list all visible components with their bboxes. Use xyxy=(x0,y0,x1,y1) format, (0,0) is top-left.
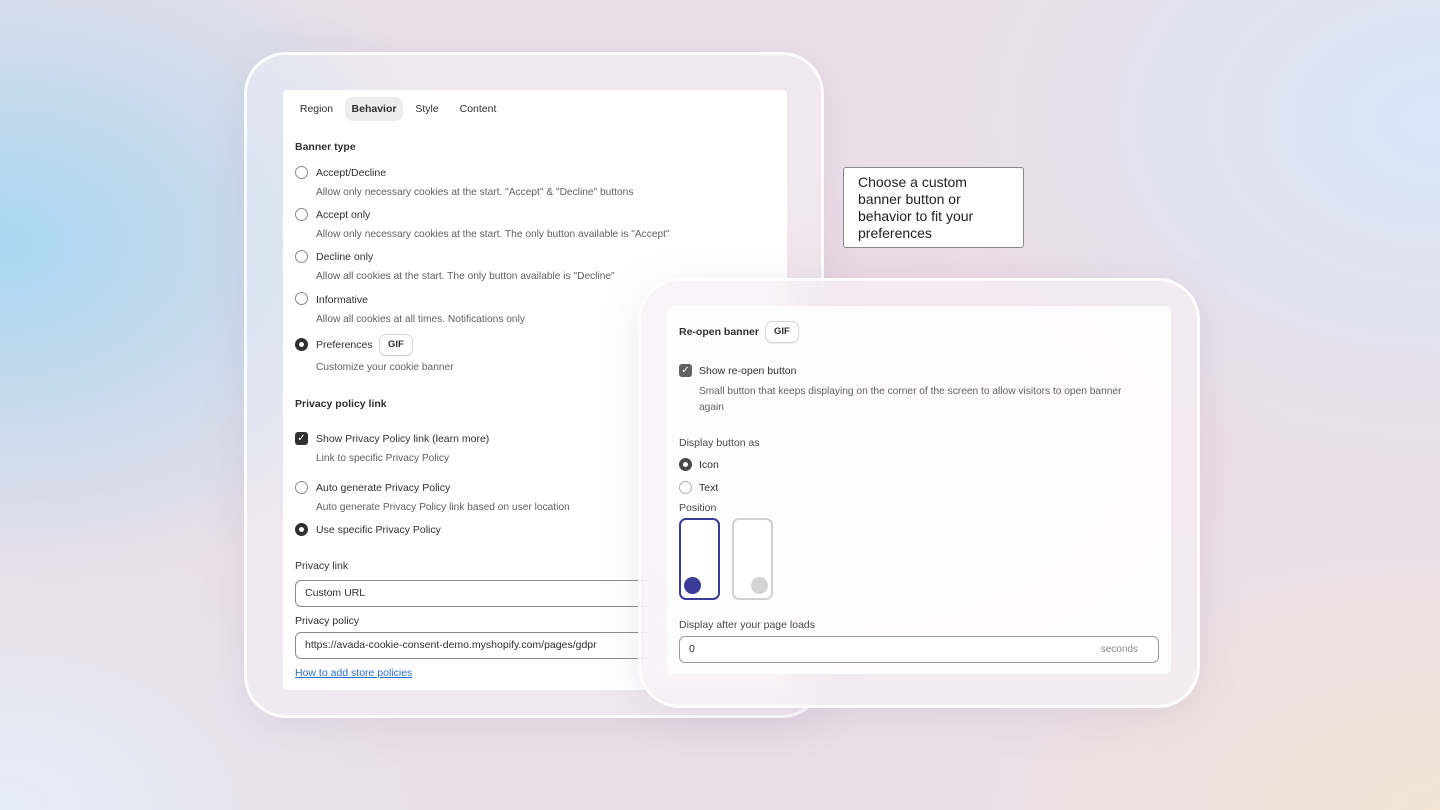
option-label-preferences: Preferences xyxy=(316,339,373,351)
reopen-gif-badge[interactable]: GIF xyxy=(765,321,799,343)
use-specific-label: Use specific Privacy Policy xyxy=(316,524,441,536)
tab-content[interactable]: Content xyxy=(452,97,504,121)
privacy-link-select[interactable]: Custom URL xyxy=(295,580,655,607)
option-desc-accept-decline: Allow only necessary cookies at the star… xyxy=(316,187,634,198)
option-desc-decline-only: Allow all cookies at the start. The only… xyxy=(316,271,615,282)
option-desc-preferences: Customize your cookie banner xyxy=(316,362,454,373)
privacy-policy-url-input[interactable]: https://avada-cookie-consent-demo.myshop… xyxy=(295,632,655,659)
display-icon-label: Icon xyxy=(699,459,719,471)
reopen-banner-title: Re-open banner xyxy=(679,326,759,338)
radio-accept-only[interactable] xyxy=(295,208,308,221)
option-label-informative: Informative xyxy=(316,294,368,306)
radio-use-specific[interactable] xyxy=(295,523,308,536)
option-label-accept-only: Accept only xyxy=(316,209,371,221)
radio-preferences[interactable] xyxy=(295,338,308,351)
display-as-label: Display button as xyxy=(679,437,760,449)
privacy-policy-title: Privacy policy link xyxy=(295,398,387,410)
option-desc-informative: Allow all cookies at all times. Notifica… xyxy=(316,314,525,325)
delay-label: Display after your page loads xyxy=(679,619,815,631)
show-privacy-link-checkbox[interactable]: ✓ xyxy=(295,432,308,445)
how-to-add-policies-link[interactable]: How to add store policies xyxy=(295,667,412,679)
radio-auto-generate[interactable] xyxy=(295,481,308,494)
show-privacy-link-label: Show Privacy Policy link (learn more) xyxy=(316,433,490,445)
auto-generate-desc: Auto generate Privacy Policy link based … xyxy=(316,502,570,513)
checkmark-icon: ✓ xyxy=(297,433,306,444)
checkmark-icon: ✓ xyxy=(681,365,690,376)
radio-display-text[interactable] xyxy=(679,481,692,494)
position-dot-icon xyxy=(751,577,768,594)
option-label-decline-only: Decline only xyxy=(316,251,374,263)
preferences-gif-badge[interactable]: GIF xyxy=(379,334,413,356)
radio-informative[interactable] xyxy=(295,292,308,305)
position-bottom-left[interactable] xyxy=(679,518,720,600)
feature-tooltip: Choose a custom banner button or behavio… xyxy=(843,167,1024,248)
show-reopen-desc: Small button that keeps displaying on th… xyxy=(699,386,1122,413)
display-text-label: Text xyxy=(699,482,719,494)
auto-generate-label: Auto generate Privacy Policy xyxy=(316,482,451,494)
show-privacy-link-desc: Link to specific Privacy Policy xyxy=(316,453,450,464)
show-reopen-label: Show re-open button xyxy=(699,365,797,377)
privacy-link-label: Privacy link xyxy=(295,560,349,572)
tab-behavior[interactable]: Behavior xyxy=(345,97,403,121)
delay-input[interactable]: 0 seconds xyxy=(679,636,1159,663)
banner-type-title: Banner type xyxy=(295,141,356,153)
radio-decline-only[interactable] xyxy=(295,250,308,263)
position-dot-icon xyxy=(684,577,701,594)
tab-region[interactable]: Region xyxy=(292,97,341,121)
position-bottom-right[interactable] xyxy=(732,518,773,600)
radio-accept-decline[interactable] xyxy=(295,166,308,179)
show-reopen-checkbox[interactable]: ✓ xyxy=(679,364,692,377)
delay-suffix: seconds xyxy=(1100,644,1138,655)
radio-display-icon[interactable] xyxy=(679,458,692,471)
privacy-policy-label: Privacy policy xyxy=(295,615,360,627)
delay-value: 0 xyxy=(689,643,695,655)
option-desc-accept-only: Allow only necessary cookies at the star… xyxy=(316,229,670,240)
option-label-accept-decline: Accept/Decline xyxy=(316,167,387,179)
tab-style[interactable]: Style xyxy=(408,97,446,121)
position-label: Position xyxy=(679,502,717,514)
